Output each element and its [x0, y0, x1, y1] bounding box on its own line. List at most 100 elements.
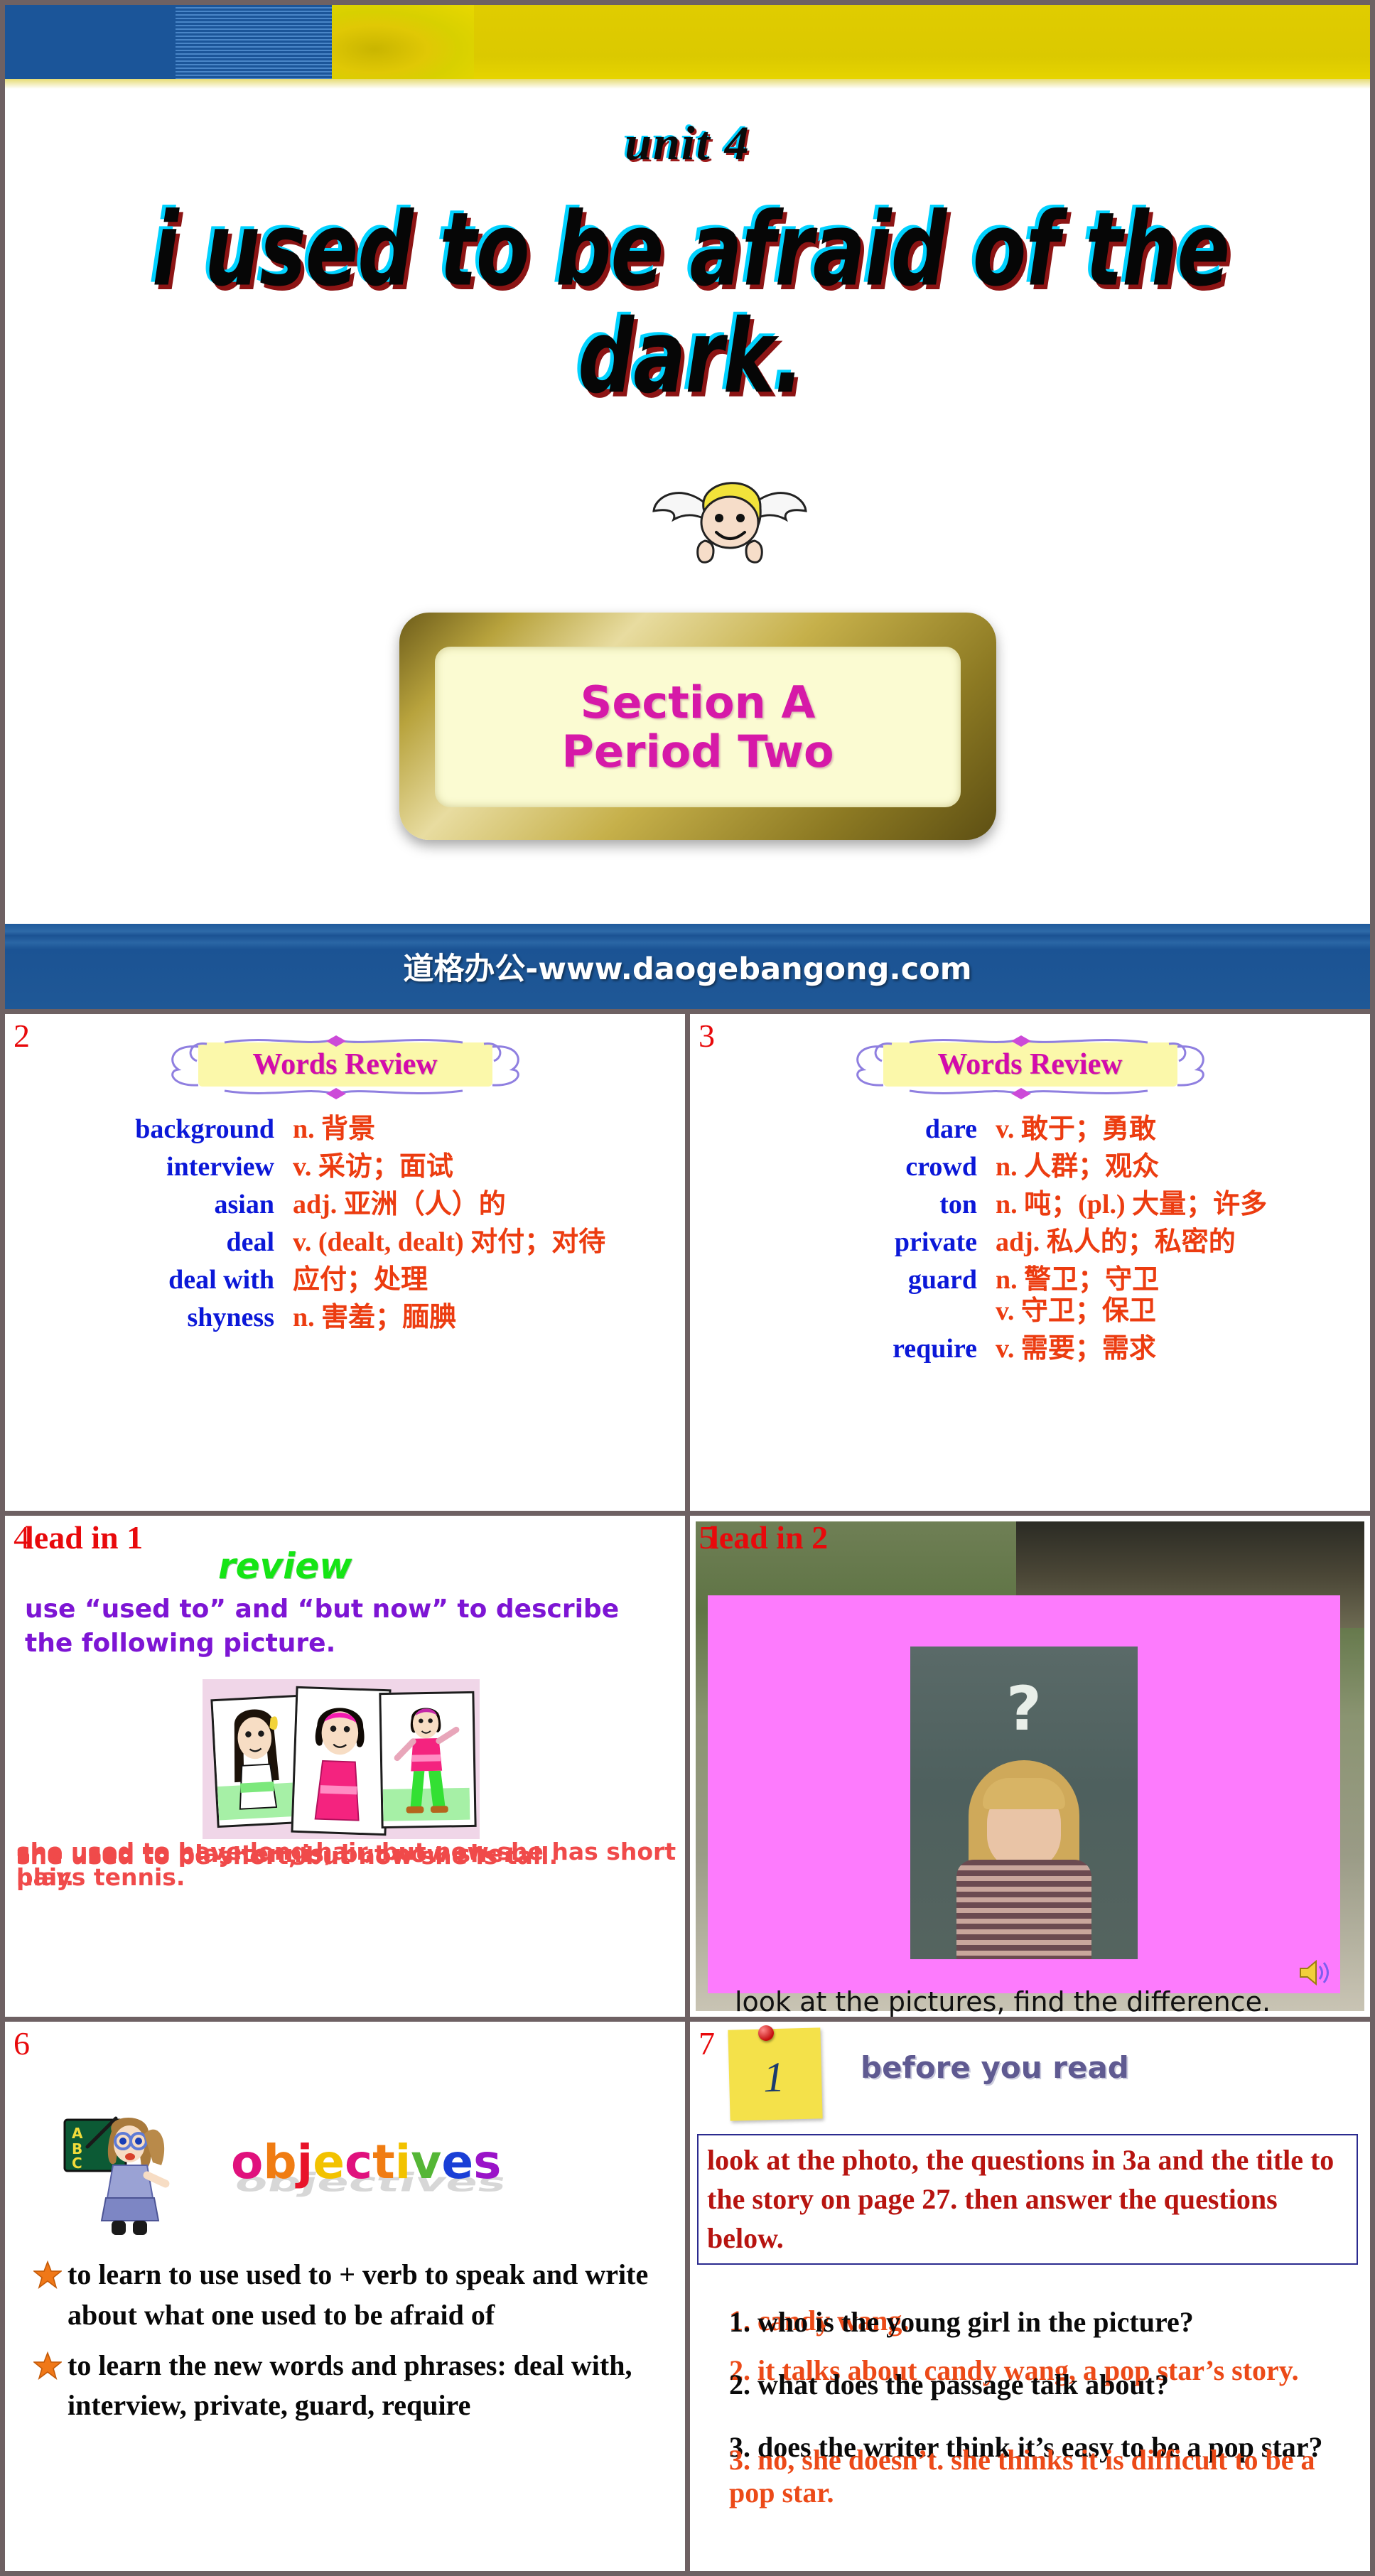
- banner-blue-block: [5, 5, 176, 79]
- lesson-title: i used to be afraid of the dark.: [151, 190, 1230, 416]
- word-cn: v. 需要；需求: [996, 1334, 1156, 1364]
- words-review-banner: Words Review: [842, 1034, 1219, 1099]
- instruction-text: look at the pictures, find the differenc…: [735, 1986, 1271, 2017]
- word-cn: adj. 亚洲（人）的: [293, 1190, 506, 1220]
- review-sentences-overlap: she used to have long hair, but now she …: [16, 1839, 677, 1917]
- word-cn: adj. 私人的；私密的: [996, 1227, 1236, 1258]
- sticky-note-icon: 1: [728, 2027, 823, 2121]
- girl-fringe: [983, 1778, 1065, 1809]
- angel-icon: [648, 467, 811, 573]
- lead-in-label: lead in 1: [25, 1519, 144, 1556]
- word-cn: n. 人群；观众: [996, 1152, 1160, 1182]
- review-sentence-4: plays tennis.: [16, 1863, 185, 1891]
- slide-thumbnail-7[interactable]: 7 1 before you read look at the photo, t…: [688, 2022, 1375, 2576]
- objectives-heading: objectives: [231, 2135, 502, 2189]
- word-row: dare v. 敢于；勇敢: [690, 1114, 1370, 1145]
- push-pin-icon: [758, 2025, 774, 2041]
- unit-heading: unit 4: [625, 116, 750, 170]
- word-row: require v. 需要；需求: [690, 1333, 1370, 1364]
- word-row: deal with 应付；处理: [5, 1264, 685, 1295]
- top-banner: [5, 5, 1370, 79]
- period-label: Period Two: [561, 726, 834, 777]
- star-icon: [32, 2351, 63, 2380]
- word-cn: n. 吨；(pl.) 大量；许多: [996, 1190, 1268, 1220]
- word-row: ton n. 吨；(pl.) 大量；许多: [690, 1189, 1370, 1220]
- answer-3: 3. no, she doesn’t. she thinks it is dif…: [729, 2444, 1315, 2509]
- review-instruction: use “used to” and “but now” to describe …: [25, 1595, 620, 1658]
- banner-photo-block: [332, 5, 474, 79]
- question-2: 2. what does the passage talk about?: [729, 2368, 1169, 2400]
- slide-number: 3: [699, 1018, 715, 1054]
- before-you-read-heading: before you read: [861, 2050, 1129, 2085]
- words-review-title: Words Review: [252, 1048, 438, 1081]
- slide-number: 7: [699, 2025, 715, 2062]
- girl-striped-shirt: [956, 1860, 1091, 1959]
- words-review-title: Words Review: [937, 1048, 1123, 1081]
- svg-text:C: C: [72, 2155, 82, 2172]
- speaker-icon[interactable]: [1298, 1958, 1330, 1988]
- word-en: deal with: [168, 1265, 274, 1295]
- slide-thumbnail-2[interactable]: 2 Words Review background n. 背景 intervie…: [0, 1009, 688, 1516]
- word-cn: v. 采访；面试: [293, 1152, 453, 1182]
- word-row: background n. 背景: [5, 1114, 685, 1145]
- star-icon: [32, 2260, 63, 2290]
- slide-number: 2: [14, 1018, 30, 1054]
- thumbnail-grid: 2 Words Review background n. 背景 intervie…: [0, 1009, 1375, 2576]
- word-row: crowd n. 人群；观众: [690, 1151, 1370, 1182]
- objectives-list: to learn to use used to + verb to speak …: [32, 2255, 666, 2436]
- words-list-2: background n. 背景 interview v. 采访；面试 asian a…: [5, 1114, 685, 1340]
- word-en: deal: [226, 1227, 274, 1258]
- question-mark-text: ?: [1006, 1674, 1042, 1745]
- word-en: ton: [939, 1190, 977, 1220]
- instruction-box: look at the photo, the questions in 3a a…: [697, 2134, 1358, 2265]
- photo-short-hair: [291, 1686, 392, 1836]
- word-row: interview v. 采访；面试: [5, 1151, 685, 1182]
- word-row: shyness n. 害羞；腼腆: [5, 1302, 685, 1333]
- word-cn: 应付；处理: [293, 1265, 428, 1295]
- objective-item: to learn the new words and phrases: deal…: [32, 2346, 666, 2427]
- banner-striped-block: [176, 5, 332, 79]
- word-en: interview: [166, 1152, 274, 1182]
- word-row: guard n. 警卫；守卫 v. 守卫；保卫: [690, 1264, 1370, 1327]
- slide-thumbnail-6[interactable]: 6 A B C objectives objectives to learn t…: [0, 2022, 688, 2576]
- word-en: dare: [924, 1114, 977, 1144]
- word-cn: n. 背景: [293, 1114, 376, 1144]
- presentation-page: unit 4 i used to be afraid of the dark.: [0, 0, 1375, 2576]
- objective-text: to learn the new words and phrases: deal…: [68, 2349, 632, 2422]
- watermark-text: 道格办公-www.daogebangong.com: [403, 952, 972, 987]
- svg-text:A: A: [72, 2125, 83, 2142]
- word-cn: n. 警卫；守卫 v. 守卫；保卫: [996, 1265, 1160, 1327]
- words-list-3: dare v. 敢于；勇敢 crowd n. 人群；观众 ton n. 吨；(pl.)…: [690, 1114, 1370, 1371]
- word-cn: v. 敢于；勇敢: [996, 1114, 1156, 1144]
- questions-answers: 1. candy wang. 1. who is the young girl …: [729, 2305, 1369, 2518]
- word-en: require: [893, 1334, 977, 1364]
- word-en: background: [135, 1114, 274, 1144]
- word-cn: v. (dealt, dealt) 对付；对待: [293, 1227, 606, 1258]
- photo-tall-girl: [379, 1691, 477, 1829]
- lead-in-label: lead in 2: [710, 1519, 829, 1556]
- word-en: private: [894, 1227, 977, 1258]
- thinking-girl-photo: ?: [910, 1647, 1138, 1959]
- word-en: asian: [214, 1190, 274, 1220]
- section-sign-plaque: Section A Period Two: [399, 613, 996, 840]
- word-row: asian adj. 亚洲（人）的: [5, 1189, 685, 1220]
- words-review-banner: Words Review: [157, 1034, 534, 1099]
- banner-fade: [5, 79, 1370, 89]
- girl-photos-clipart: [203, 1679, 480, 1839]
- word-en: guard: [907, 1265, 977, 1295]
- section-label: Section A: [580, 676, 816, 728]
- sticky-note-number: 1: [762, 2053, 785, 2101]
- word-en: crowd: [905, 1152, 977, 1182]
- objective-item: to learn to use used to + verb to speak …: [32, 2255, 666, 2336]
- slide-thumbnail-5[interactable]: 5 lead in 2 ? look at the pictures, find…: [688, 1516, 1375, 2022]
- word-row: deal v. (dealt, dealt) 对付；对待: [5, 1227, 685, 1258]
- watermark-bar: 道格办公-www.daogebangong.com: [5, 924, 1370, 1009]
- title-slide: unit 4 i used to be afraid of the dark.: [0, 0, 1375, 1009]
- slide-thumbnail-3[interactable]: 3 Words Review dare v. 敢于；勇敢 crowd n. 人群…: [688, 1009, 1375, 1516]
- slide-number: 6: [14, 2025, 30, 2062]
- objective-text: to learn to use used to + verb to speak …: [68, 2258, 649, 2331]
- banner-yellow-block: [474, 5, 1370, 79]
- pink-overlay: ? look at the pictures, find the differe…: [708, 1595, 1340, 2017]
- section-sign-inner: Section A Period Two: [435, 647, 961, 807]
- slide-thumbnail-4[interactable]: 4 lead in 1 review use “used to” and “bu…: [0, 1516, 688, 2022]
